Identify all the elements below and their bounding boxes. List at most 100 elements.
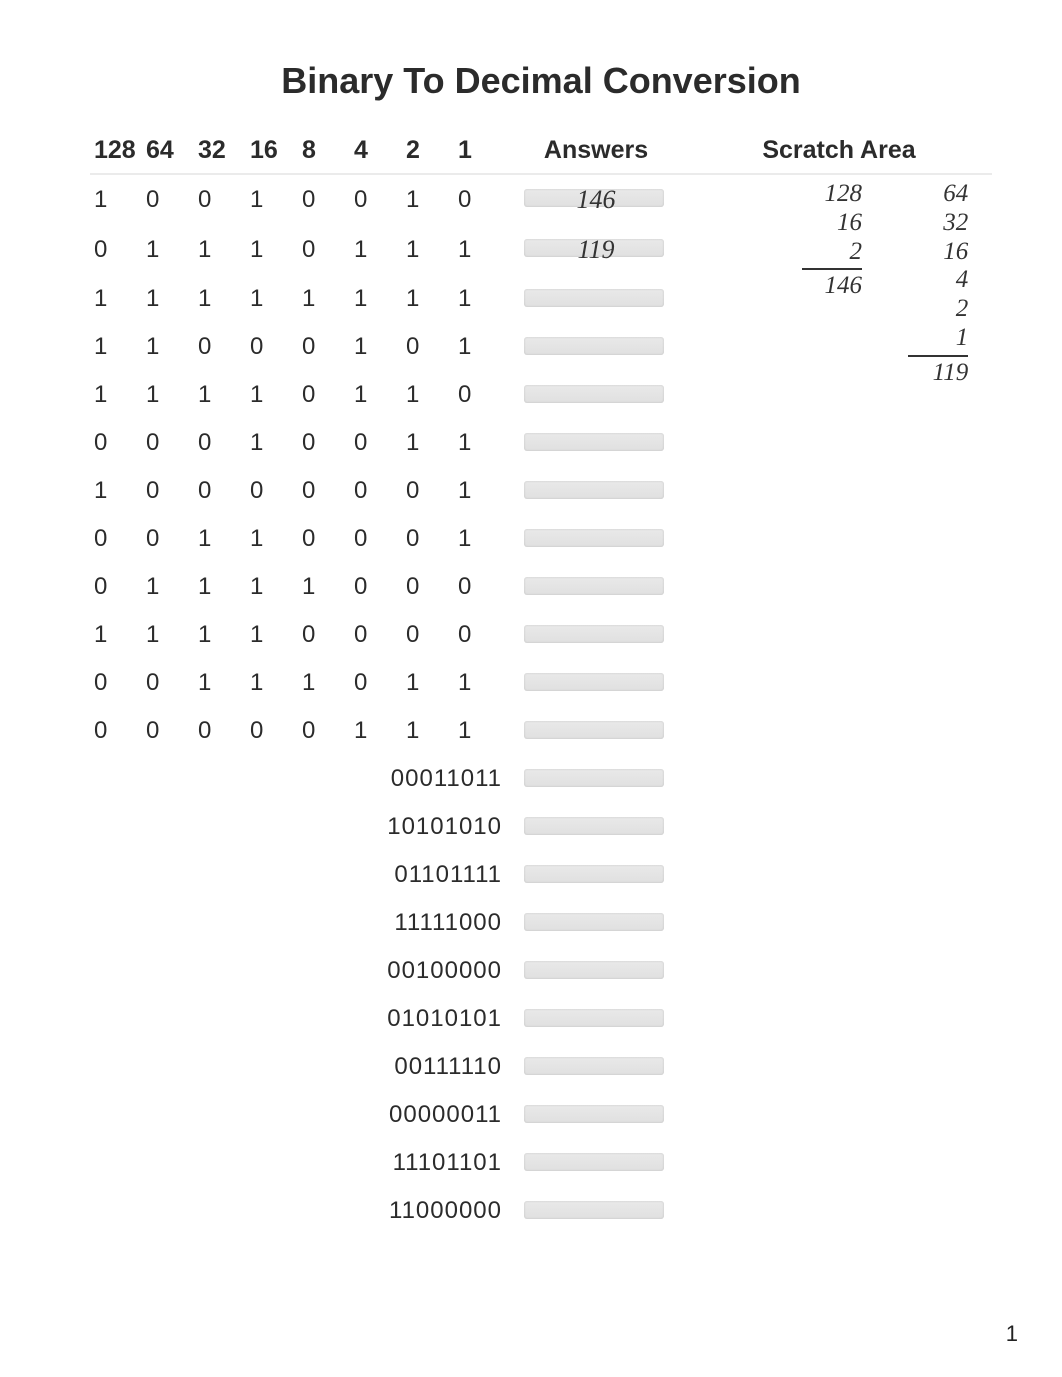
answer-blank[interactable] [524,673,664,691]
bit-cell: 1 [402,174,454,225]
scratch-area: 128 16 2 146 64 32 16 4 2 1 119 [772,180,992,387]
bit-cell: 1 [246,371,298,419]
table-row: 11000000 [90,1187,992,1235]
answer-blank[interactable] [524,1153,664,1171]
scratch-value: 4 [898,266,968,295]
answer-cell [506,1139,686,1187]
scratch-cell [686,851,992,899]
bit-cell: 0 [246,707,298,755]
bit-cell: 1 [402,659,454,707]
scratch-value: 64 [898,180,968,209]
scratch-cell [686,419,992,467]
scratch-total: 146 [772,272,862,301]
answer-cell [506,1091,686,1139]
binary-string: 00100000 [90,947,506,995]
bit-cell: 1 [402,225,454,275]
scratch-cell [686,611,992,659]
scratch-cell [686,659,992,707]
answer-blank[interactable] [524,1201,664,1219]
answer-blank[interactable] [524,625,664,643]
bit-cell: 1 [90,323,142,371]
col-header-1: 1 [454,130,506,174]
answer-blank[interactable] [524,1057,664,1075]
answer-cell [506,851,686,899]
bit-cell: 0 [298,707,350,755]
answer-blank[interactable] [524,337,664,355]
scratch-value: 2 [898,295,968,324]
bit-cell: 1 [142,563,194,611]
bit-cell: 0 [298,371,350,419]
answer-blank[interactable] [524,1009,664,1027]
bit-cell: 0 [194,174,246,225]
bit-cell: 0 [90,419,142,467]
table-row: 10000001 [90,467,992,515]
bit-cell: 1 [142,275,194,323]
scratch-total: 119 [898,359,968,388]
bit-cell: 1 [194,515,246,563]
page-title: Binary To Decimal Conversion [90,60,992,102]
answer-blank[interactable] [524,481,664,499]
answer-cell: 146 [506,174,686,225]
answer-blank[interactable] [524,577,664,595]
answer-blank[interactable] [524,721,664,739]
bit-cell: 0 [454,563,506,611]
answer-cell [506,467,686,515]
bit-cell: 1 [246,515,298,563]
binary-string: 11000000 [90,1187,506,1235]
bit-cell: 0 [90,659,142,707]
bit-cell: 0 [90,563,142,611]
bit-cell: 1 [350,275,402,323]
answer-blank[interactable] [524,769,664,787]
col-header-answers: Answers [506,130,686,174]
table-row: 00010011 [90,419,992,467]
scratch-value: 16 [772,209,862,238]
answer-blank[interactable] [524,865,664,883]
answer-blank[interactable] [524,433,664,451]
answer-blank[interactable] [524,913,664,931]
answer-blank[interactable] [524,1105,664,1123]
bit-cell: 0 [194,323,246,371]
answer-blank[interactable] [524,289,664,307]
col-header-128: 128 [90,130,142,174]
scratch-value: 2 [772,238,862,267]
bit-cell: 0 [298,611,350,659]
bit-cell: 1 [90,174,142,225]
bit-cell: 0 [350,611,402,659]
bit-cell: 0 [298,174,350,225]
scratch-value: 16 [898,238,968,267]
answer-value: 146 [577,185,616,214]
answer-blank[interactable] [524,817,664,835]
answer-blank[interactable] [524,385,664,403]
answer-cell: 119 [506,225,686,275]
col-header-4: 4 [350,130,402,174]
bit-cell: 1 [142,323,194,371]
table-row: 00000111 [90,707,992,755]
bit-cell: 0 [350,515,402,563]
bit-cell: 0 [350,419,402,467]
table-row: 00000011 [90,1091,992,1139]
bit-cell: 1 [454,275,506,323]
bit-cell: 1 [298,563,350,611]
scratch-cell [686,467,992,515]
answer-blank[interactable] [524,961,664,979]
scratch-cell [686,803,992,851]
bit-cell: 1 [350,225,402,275]
bit-cell: 0 [402,515,454,563]
bit-cell: 0 [142,467,194,515]
bit-cell: 1 [454,323,506,371]
answer-blank[interactable] [524,529,664,547]
bit-cell: 0 [298,515,350,563]
bit-cell: 0 [142,174,194,225]
bit-cell: 0 [298,419,350,467]
scratch-cell [686,563,992,611]
bit-cell: 1 [90,371,142,419]
bit-cell: 0 [246,323,298,371]
bit-cell: 1 [142,611,194,659]
answer-cell [506,275,686,323]
bit-cell: 1 [350,323,402,371]
bit-cell: 1 [246,611,298,659]
answer-cell [506,707,686,755]
table-row: 11111000 [90,899,992,947]
table-row: 00011011 [90,755,992,803]
table-row: 01010101 [90,995,992,1043]
